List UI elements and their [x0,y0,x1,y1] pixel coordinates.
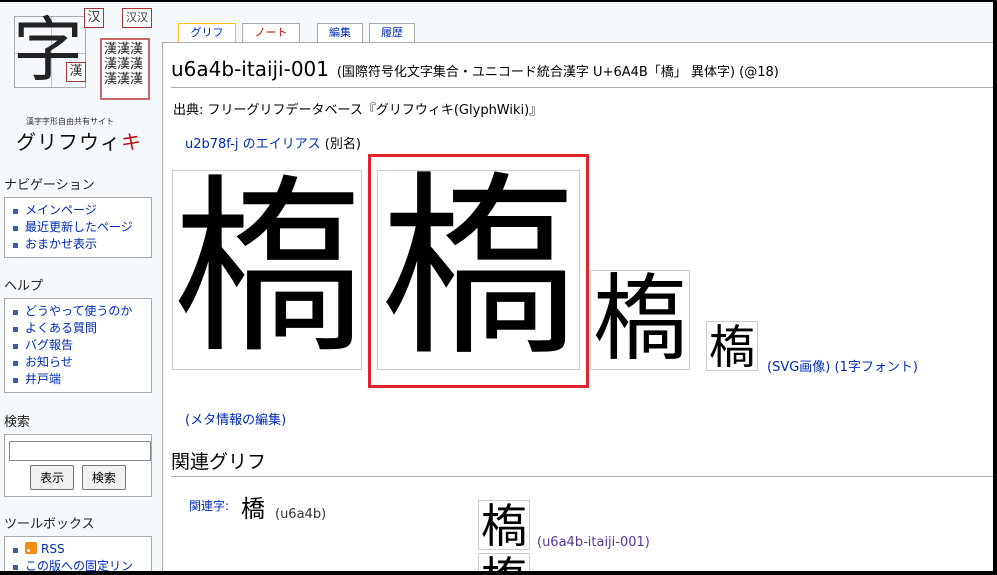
svg-image-link[interactable]: (SVG画像) [767,360,830,375]
related-glyph-image[interactable]: 槗 [478,553,530,575]
navigation-portlet: ナビゲーション メインページ 最近更新したページ おまかせ表示 [0,174,152,258]
help-link[interactable]: 井戸端 [25,372,61,386]
toolbox-portlet: ツールボックス RSS この版への固定リン [0,513,152,575]
related-char-label-link[interactable]: 関連字: [189,497,229,514]
meta-edit-link[interactable]: (メタ情報の編集) [185,409,286,428]
logo-stamp: 汉 [84,8,104,28]
toolbox-item-permalink[interactable]: この版への固定リン [5,558,151,575]
help-item-bug-report[interactable]: バグ報告 [5,337,151,354]
help-item-howto[interactable]: どうやって使うのか [5,303,151,320]
navigation-title: ナビゲーション [4,178,95,193]
source-line: 出典: フリーグリフデータベース『グリフウィキ(GlyphWiki)』 [173,103,543,118]
tab-note[interactable]: ノート [242,23,300,42]
help-body: どうやって使うのか よくある質問 バグ報告 お知らせ 井戸端 [4,298,152,393]
go-button[interactable]: 表示 [30,465,75,490]
help-link[interactable]: お知らせ [25,355,73,369]
toolbox-item-rss[interactable]: RSS [5,541,151,558]
toolbox-link[interactable]: この版への固定リン [25,559,133,573]
tab-edit[interactable]: 編集 [317,23,363,42]
related-glyphs-heading: 関連グリフ [171,451,267,473]
alias-suffix: (別名) [324,137,361,152]
glyph-format-links: (SVG画像) (1字フォント) [767,356,918,375]
help-link[interactable]: バグ報告 [25,338,73,352]
toolbox-title: ツールボックス [4,517,95,532]
heading-divider [171,87,993,88]
tab-glyph[interactable]: グリフ [178,23,236,43]
related-glyph-image[interactable]: 槗 [478,500,530,550]
search-title: 検索 [4,415,31,430]
nav-link[interactable]: おまかせ表示 [25,237,97,251]
logo-name-main: グリフウィ [16,130,121,154]
content-area: u6a4b-itaiji-001 (国際符号化文字集合・ユニコード統合漢字 U+… [162,42,997,575]
glyph-image-small: 槗 [706,321,758,371]
search-body: 表示 検索 [4,434,152,497]
tab-history[interactable]: 履歴 [369,23,415,42]
site-logo[interactable]: 字 汉 漢 汉汉 漢漢漢漢漢漢漢漢漢 漢字字形自由共有サイト グリフウィキ [4,4,154,154]
logo-stamp: 汉汉 [122,8,152,28]
help-title: ヘルプ [4,279,44,294]
help-link[interactable]: どうやって使うのか [25,304,132,318]
alias-link[interactable]: u2b78f-j [185,137,238,152]
page-title-sub: (国際符号化文字集合・ユニコード統合漢字 U+6A4B「橋」 異体字) (@18… [336,65,779,80]
search-button[interactable]: 検索 [81,465,126,490]
one-char-font-link[interactable]: (1字フォント) [835,360,918,375]
help-item-village-pump[interactable]: 井戸端 [5,371,151,388]
page-title-main: u6a4b-itaiji-001 [171,57,330,81]
glyph-image-large: 槗 [172,170,362,370]
logo-name-accent: キ [121,130,142,154]
logo-stamp: 漢 [66,62,86,82]
help-link[interactable]: よくある質問 [25,321,97,335]
nav-link[interactable]: メインページ [25,203,97,217]
nav-item-recent-changes[interactable]: 最近更新したページ [5,219,151,236]
toolbox-body: RSS この版への固定リン [4,536,152,575]
nav-link[interactable]: 最近更新したページ [25,220,133,234]
related-glyph-link[interactable]: (u6a4b-itaiji-001) [537,535,650,550]
logo-block: 漢漢漢漢漢漢漢漢漢 [100,38,150,100]
help-portlet: ヘルプ どうやって使うのか よくある質問 バグ報告 お知らせ 井戸端 [0,275,152,393]
help-item-faq[interactable]: よくある質問 [5,320,151,337]
search-buttons: 表示 検索 [7,465,149,490]
rss-icon [25,542,37,554]
search-portlet: 検索 表示 検索 [0,411,152,497]
search-input[interactable] [9,441,151,461]
related-char: 橋 [241,495,265,523]
toolbox-link[interactable]: RSS [41,542,65,556]
navigation-body: メインページ 最近更新したページ おまかせ表示 [4,197,152,258]
page-title: u6a4b-itaiji-001 (国際符号化文字集合・ユニコード統合漢字 U+… [171,57,779,81]
help-item-news[interactable]: お知らせ [5,354,151,371]
section-divider [171,476,993,477]
nav-item-main-page[interactable]: メインページ [5,202,151,219]
alias-of-link[interactable]: のエイリアス [243,137,321,152]
nav-item-random[interactable]: おまかせ表示 [5,236,151,253]
alias-line: u2b78f-j のエイリアス (別名) [185,133,361,152]
glyph-image-medium: 槗 [590,270,690,370]
glyph-image-mincho: 槗 [377,170,580,370]
related-char-code: (u6a4b) [275,507,327,522]
logo-name: グリフウィキ [16,126,142,155]
